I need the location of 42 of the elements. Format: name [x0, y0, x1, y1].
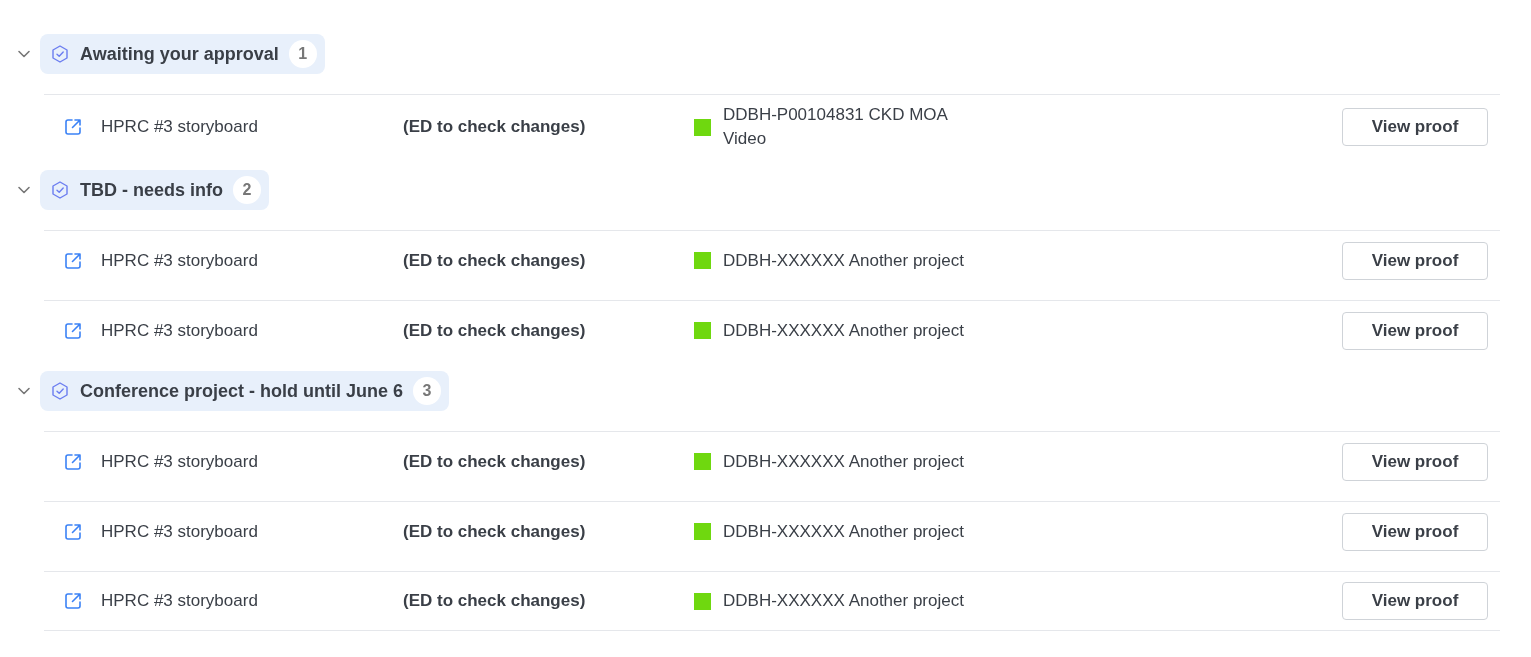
- project-name: DDBH-XXXXXX Another project: [723, 450, 964, 473]
- view-proof-button[interactable]: View proof: [1342, 512, 1488, 551]
- external-link-icon[interactable]: [63, 591, 83, 611]
- project-name: DDBH-XXXXXX Another project: [723, 249, 964, 272]
- proof-status: (ED to check changes): [403, 249, 587, 272]
- count-badge: 1: [288, 40, 317, 68]
- external-link-icon[interactable]: [63, 117, 83, 137]
- view-proof-button[interactable]: View proof: [1342, 108, 1488, 146]
- group-title: TBD - needs info: [80, 178, 223, 202]
- proof-name: HPRC #3 storyboard: [101, 590, 259, 613]
- external-link-icon[interactable]: [63, 250, 83, 271]
- proof-status: (ED to check changes): [403, 520, 587, 543]
- group-title: Conference project - hold until June 6: [80, 379, 404, 403]
- count-badge: 3: [413, 377, 442, 405]
- shield-check-icon: [50, 180, 70, 200]
- proof-status: (ED to check changes): [403, 450, 587, 473]
- proof-name: HPRC #3 storyboard: [101, 249, 259, 272]
- view-proof-button[interactable]: View proof: [1342, 241, 1488, 280]
- proof-name: HPRC #3 storyboard: [101, 450, 259, 473]
- group-header[interactable]: TBD - needs info 2: [40, 170, 269, 210]
- proof-status: (ED to check changes): [403, 590, 587, 613]
- proof-name: HPRC #3 storyboard: [101, 520, 259, 543]
- external-link-icon[interactable]: [63, 451, 83, 472]
- view-proof-button[interactable]: View proof: [1342, 442, 1488, 481]
- view-proof-button[interactable]: View proof: [1342, 582, 1488, 620]
- proof-status: (ED to check changes): [403, 116, 587, 139]
- project-name: DDBH-XXXXXX Another project: [723, 319, 964, 342]
- project-name: DDBH-P00104831 CKD MOA Video: [723, 104, 949, 150]
- proof-status: (ED to check changes): [403, 319, 587, 342]
- view-proof-button[interactable]: View proof: [1342, 311, 1488, 350]
- project-name: DDBH-XXXXXX Another project: [723, 590, 964, 612]
- proof-name: HPRC #3 storyboard: [101, 319, 259, 342]
- shield-check-icon: [50, 381, 70, 401]
- group-header[interactable]: Conference project - hold until June 6 3: [40, 371, 450, 411]
- project-name: DDBH-XXXXXX Another project: [723, 520, 964, 543]
- group-header[interactable]: Awaiting your approval 1: [40, 34, 325, 74]
- external-link-icon[interactable]: [63, 320, 83, 341]
- shield-check-icon: [50, 44, 70, 64]
- count-badge: 2: [233, 176, 261, 204]
- external-link-icon[interactable]: [63, 521, 83, 542]
- group-title: Awaiting your approval: [80, 42, 279, 66]
- proof-name: HPRC #3 storyboard: [101, 116, 259, 139]
